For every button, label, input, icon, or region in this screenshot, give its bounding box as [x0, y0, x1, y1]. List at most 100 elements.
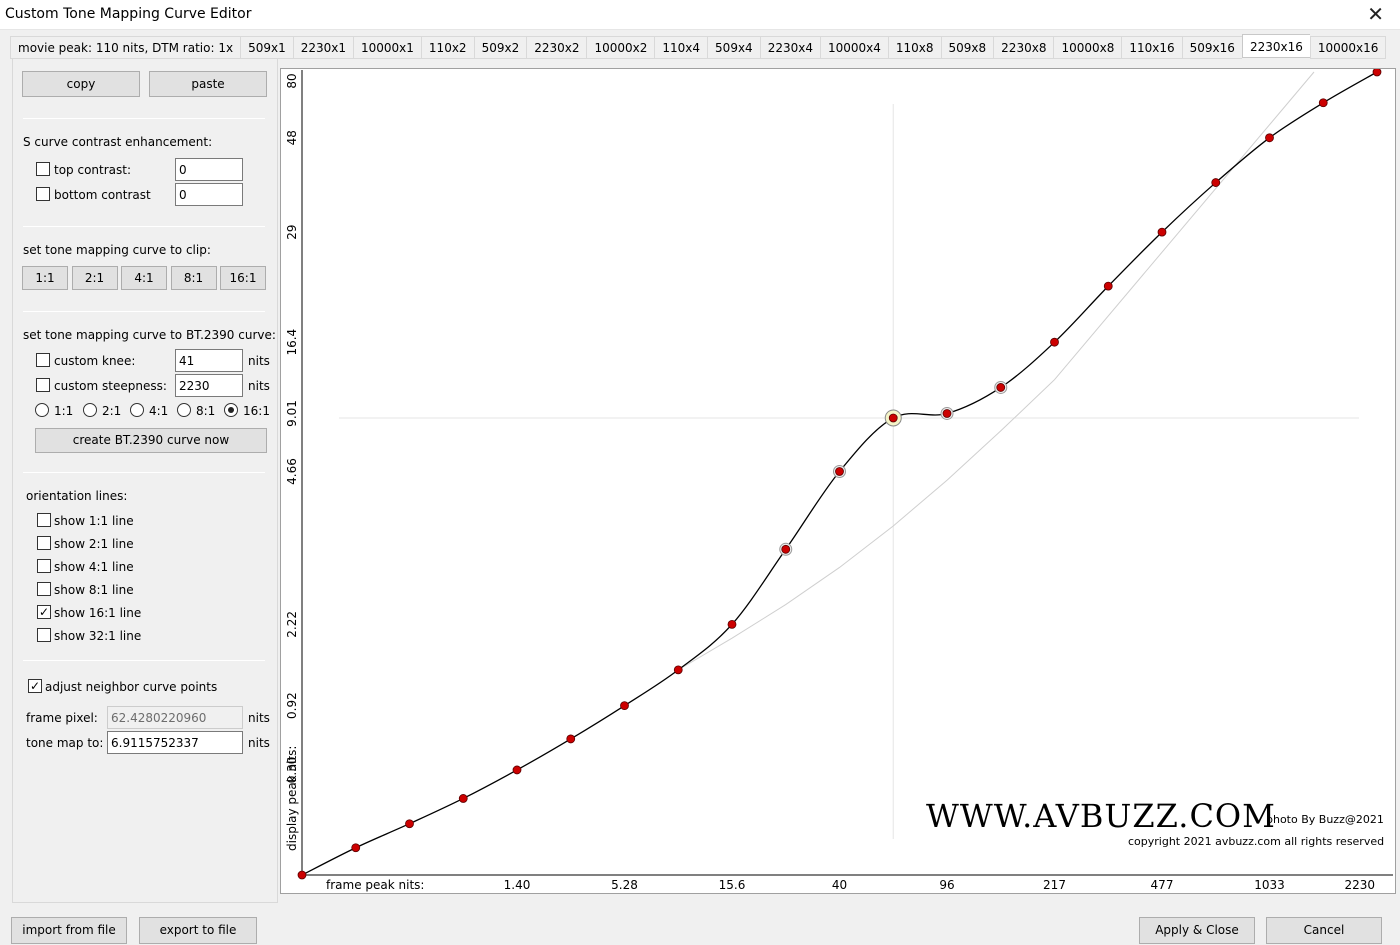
tab-1[interactable]: 509x1 [240, 36, 293, 59]
orientation-checkbox[interactable] [37, 559, 51, 573]
nits-unit-label: nits [248, 354, 270, 368]
tab-4[interactable]: 110x2 [420, 36, 474, 59]
apply-close-button[interactable]: Apply & Close [1139, 917, 1255, 944]
clip-button-16to1[interactable]: 16:1 [220, 266, 266, 290]
custom-steepness-input[interactable] [175, 374, 243, 397]
ratio-radio-label: 16:1 [243, 404, 270, 418]
tab-9[interactable]: 509x4 [707, 36, 760, 59]
curve-point[interactable] [888, 413, 898, 423]
y-tick-label: 80 [285, 73, 299, 88]
tab-17[interactable]: 509x16 [1181, 36, 1242, 59]
orientation-label: show 4:1 line [54, 560, 134, 574]
curve-point[interactable] [942, 409, 952, 418]
orientation-checkbox[interactable] [37, 513, 51, 527]
x-tick-label: 15.6 [719, 878, 746, 892]
ratio-radio-1to1[interactable] [35, 403, 49, 417]
x-axis-label: frame peak nits: [326, 878, 424, 892]
import-button[interactable]: import from file [11, 917, 127, 944]
tab-16[interactable]: 110x16 [1121, 36, 1182, 59]
clip-button-8to1[interactable]: 8:1 [170, 266, 217, 290]
orientation-label: show 16:1 line [54, 606, 142, 620]
nits-unit-label: nits [248, 736, 270, 750]
curve-point[interactable] [1157, 227, 1167, 237]
custom-knee-label: custom knee: [54, 354, 136, 368]
tone-curve-chart[interactable]: 1.40 5.28 15.6 40 96 217 477 1033 2230 frame peak… [281, 69, 1395, 893]
curve-point[interactable] [1211, 178, 1221, 187]
curve-point[interactable] [512, 765, 522, 775]
curve-point[interactable] [673, 665, 683, 675]
tab-10[interactable]: 2230x4 [759, 36, 820, 59]
tab-2[interactable]: 2230x1 [292, 36, 353, 59]
curve-point[interactable] [727, 619, 737, 629]
ratio-radio-label: 8:1 [196, 404, 216, 418]
tab-15[interactable]: 10000x8 [1053, 36, 1122, 59]
nits-unit-label: nits [248, 379, 270, 393]
ratio-radio-8to1[interactable] [177, 403, 191, 417]
tab-3[interactable]: 10000x1 [353, 36, 421, 59]
close-icon[interactable]: ✕ [1367, 2, 1384, 26]
custom-knee-input[interactable] [175, 349, 243, 372]
curve-point[interactable] [835, 467, 844, 476]
x-tick-label: 477 [1151, 878, 1174, 892]
export-button[interactable]: export to file [139, 917, 257, 944]
bottom-contrast-checkbox[interactable] [36, 187, 50, 201]
curve-point[interactable] [1372, 69, 1382, 77]
x-tick-label: 2230 [1344, 878, 1375, 892]
curve-point[interactable] [996, 383, 1006, 392]
tab-12[interactable]: 110x8 [887, 36, 941, 59]
tab-6[interactable]: 2230x2 [526, 36, 587, 59]
curve-point[interactable] [297, 870, 307, 880]
adjust-neighbor-label: adjust neighbor curve points [45, 680, 218, 694]
orientation-checkbox[interactable]: ✓ [37, 605, 51, 619]
tab-14[interactable]: 2230x8 [993, 36, 1054, 59]
tab-8[interactable]: 110x4 [654, 36, 708, 59]
custom-knee-checkbox[interactable] [36, 353, 50, 367]
orientation-title: orientation lines: [26, 489, 128, 503]
tab-18[interactable]: 2230x16 [1241, 34, 1310, 58]
window-title: Custom Tone Mapping Curve Editor [5, 6, 252, 22]
custom-steepness-checkbox[interactable] [36, 378, 50, 392]
x-tick-label: 217 [1043, 878, 1066, 892]
tab-11[interactable]: 10000x4 [819, 36, 888, 59]
clip-button-1to1[interactable]: 1:1 [22, 266, 68, 290]
divider [23, 472, 265, 473]
cancel-button[interactable]: Cancel [1266, 917, 1382, 944]
y-tick-label: 29 [285, 224, 299, 239]
curve-point[interactable] [1050, 337, 1059, 347]
nits-unit-label: nits [248, 711, 270, 725]
tone-map-input[interactable] [107, 731, 243, 754]
curve-point[interactable] [351, 843, 361, 853]
curve-point[interactable] [458, 794, 468, 803]
bottom-contrast-input[interactable] [175, 183, 243, 206]
curve-point[interactable] [1265, 133, 1274, 143]
curve-point[interactable] [1318, 98, 1328, 108]
curve-plot-area[interactable]: 1.40 5.28 15.6 40 96 217 477 1033 2230 frame peak… [280, 68, 1396, 894]
curve-point[interactable] [566, 734, 576, 744]
tab-13[interactable]: 509x8 [940, 36, 994, 59]
curve-point[interactable] [620, 701, 629, 711]
top-contrast-checkbox[interactable] [36, 162, 50, 176]
ratio-radio-4to1[interactable] [130, 403, 144, 417]
curve-point[interactable] [405, 819, 414, 829]
ratio-radio-2to1[interactable] [83, 403, 97, 417]
left-panel: copy paste S curve contrast enhancement:… [12, 58, 278, 903]
curve-point[interactable] [1103, 281, 1113, 291]
orientation-checkbox[interactable] [37, 582, 51, 596]
clip-button-4to1[interactable]: 4:1 [121, 266, 167, 290]
ratio-radio-16to1[interactable] [224, 403, 238, 417]
clip-button-2to1[interactable]: 2:1 [71, 266, 118, 290]
orientation-checkbox[interactable] [37, 536, 51, 550]
tab-0[interactable]: movie peak: 110 nits, DTM ratio: 1x [10, 36, 241, 59]
paste-button[interactable]: paste [149, 71, 267, 97]
curve-point[interactable] [781, 544, 791, 554]
adjust-neighbor-checkbox[interactable]: ✓ [28, 679, 42, 693]
bottom-contrast-label: bottom contrast [54, 188, 151, 202]
create-bt2390-button[interactable]: create BT.2390 curve now [35, 428, 267, 453]
ratio-radio-label: 4:1 [149, 404, 169, 418]
tab-5[interactable]: 509x2 [473, 36, 527, 59]
orientation-checkbox[interactable] [37, 628, 51, 642]
tab-7[interactable]: 10000x2 [586, 36, 655, 59]
copy-button[interactable]: copy [22, 71, 140, 97]
tab-19[interactable]: 10000x16 [1309, 36, 1387, 59]
top-contrast-input[interactable] [175, 158, 243, 181]
